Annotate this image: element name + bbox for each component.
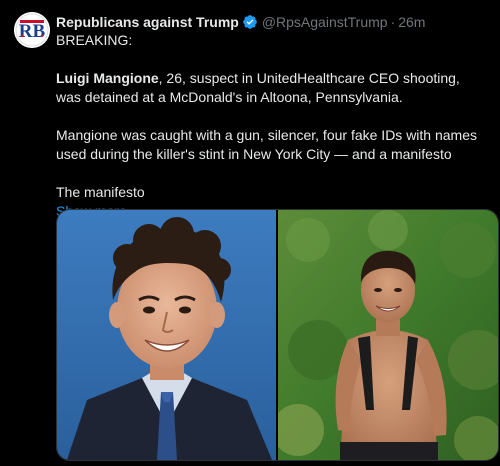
portrait-photo[interactable]: [57, 210, 276, 460]
timestamp[interactable]: 26m: [398, 14, 425, 30]
paragraph-detained: Luigi Mangione, 26, suspect in UnitedHea…: [56, 69, 481, 107]
paragraph-manifesto: The manifesto: [56, 184, 145, 200]
display-name[interactable]: Republicans against Trump: [56, 14, 239, 30]
svg-text:RB: RB: [19, 21, 46, 42]
tweet[interactable]: RB Republicans against Trump @RpsAgainst…: [0, 0, 500, 466]
paragraph-caught: Mangione was caught with a gun, silencer…: [56, 127, 477, 162]
verified-badge-icon: [242, 14, 258, 30]
hiking-photo[interactable]: [278, 210, 498, 460]
media-grid: [56, 209, 499, 461]
user-handle[interactable]: @RpsAgainstTrump: [262, 14, 388, 30]
header-separator: ·: [390, 14, 396, 30]
tweet-header: Republicans against Trump @RpsAgainstTru…: [56, 12, 425, 32]
suspect-name: Luigi Mangione: [56, 70, 159, 86]
breaking-line: BREAKING:: [56, 32, 133, 48]
avatar[interactable]: RB: [14, 12, 50, 48]
tweet-text: BREAKING: Luigi Mangione, 26, suspect in…: [56, 31, 481, 221]
rb-logo-icon: RB: [14, 12, 50, 48]
